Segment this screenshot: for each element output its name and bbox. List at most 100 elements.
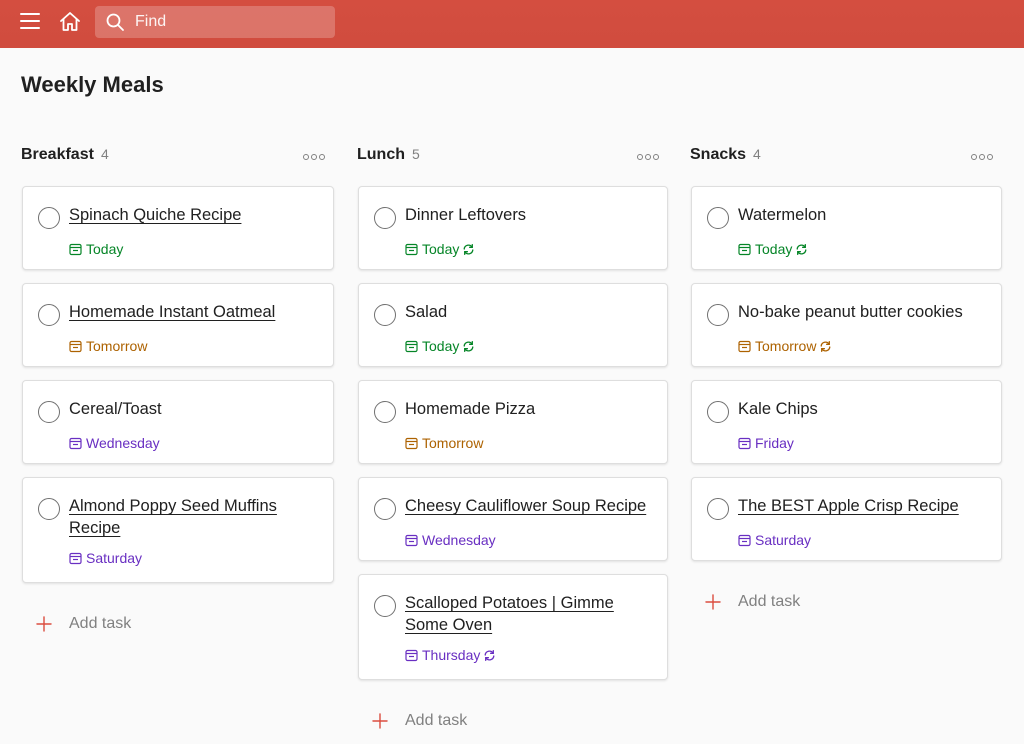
due-date[interactable]: Today: [738, 240, 808, 258]
task-card[interactable]: Scalloped Potatoes | Gimme Some Oven Thur…: [358, 574, 668, 680]
column-title: Breakfast: [21, 146, 94, 163]
add-task-label: Add task: [738, 593, 801, 610]
column-count: 5: [412, 146, 420, 162]
task-checkbox[interactable]: [38, 304, 60, 326]
task-title: Salad: [405, 303, 448, 321]
due-date-label: Today: [86, 241, 124, 257]
recurring-icon: [816, 340, 832, 353]
task-title: No-bake peanut butter cookies: [738, 303, 963, 321]
due-date-label: Saturday: [86, 550, 143, 566]
more-options-icon[interactable]: [303, 152, 327, 162]
plus-icon: [372, 713, 388, 729]
task-title: Cereal/Toast: [69, 400, 162, 418]
task-card[interactable]: Almond Poppy Seed Muffins Recipe Saturday: [22, 477, 334, 583]
due-date-label: Today: [755, 241, 793, 257]
plus-icon: [705, 594, 721, 610]
task-title[interactable]: The BEST Apple Crisp Recipe: [738, 495, 991, 517]
task-title[interactable]: Scalloped Potatoes | Gimme Some Oven: [405, 592, 657, 636]
due-date[interactable]: Tomorrow: [405, 434, 483, 452]
column-header: Lunch 5: [357, 146, 667, 170]
search-icon: [106, 13, 124, 31]
due-date-label: Today: [422, 241, 460, 257]
task-card[interactable]: The BEST Apple Crisp Recipe Saturday: [691, 477, 1002, 561]
page-title: Weekly Meals: [21, 72, 164, 97]
task-card[interactable]: No-bake peanut butter cookies Tomorrow: [691, 283, 1002, 367]
add-task-label: Add task: [69, 615, 132, 632]
due-date-label: Tomorrow: [755, 338, 817, 354]
plus-icon: [36, 616, 52, 632]
task-title: Watermelon: [738, 206, 827, 224]
calendar-icon: [738, 340, 755, 353]
menu-icon[interactable]: [18, 10, 44, 34]
add-task-label: Add task: [405, 712, 468, 729]
due-date[interactable]: Wednesday: [69, 434, 160, 452]
calendar-icon: [738, 437, 755, 450]
task-card[interactable]: Salad Today: [358, 283, 668, 367]
task-checkbox[interactable]: [707, 498, 729, 520]
task-title[interactable]: Spinach Quiche Recipe: [69, 204, 323, 226]
task-card[interactable]: Homemade Instant Oatmeal Tomorrow: [22, 283, 334, 367]
due-date[interactable]: Today: [405, 337, 475, 355]
calendar-icon: [405, 243, 422, 256]
recurring-icon: [480, 649, 496, 662]
more-options-icon[interactable]: [971, 152, 995, 162]
home-icon[interactable]: [57, 9, 83, 35]
task-checkbox[interactable]: [374, 304, 396, 326]
add-task-button[interactable]: Add task: [705, 590, 800, 614]
task-card[interactable]: Cheesy Cauliflower Soup Recipe Wednesday: [358, 477, 668, 561]
due-date[interactable]: Friday: [738, 434, 794, 452]
search-input[interactable]: [135, 6, 325, 38]
task-checkbox[interactable]: [707, 207, 729, 229]
task-title: Kale Chips: [738, 400, 818, 418]
task-card[interactable]: Spinach Quiche Recipe Today: [22, 186, 334, 270]
task-title[interactable]: Almond Poppy Seed Muffins Recipe: [69, 495, 323, 539]
task-checkbox[interactable]: [374, 498, 396, 520]
due-date-label: Tomorrow: [422, 435, 484, 451]
task-card[interactable]: Kale Chips Friday: [691, 380, 1002, 464]
task-title[interactable]: Cheesy Cauliflower Soup Recipe: [405, 495, 657, 517]
due-date[interactable]: Tomorrow: [738, 337, 832, 355]
task-checkbox[interactable]: [38, 207, 60, 229]
calendar-icon: [738, 534, 755, 547]
task-checkbox[interactable]: [38, 401, 60, 423]
due-date[interactable]: Thursday: [405, 646, 496, 664]
task-card[interactable]: Dinner Leftovers Today: [358, 186, 668, 270]
task-checkbox[interactable]: [374, 401, 396, 423]
due-date-label: Wednesday: [422, 532, 496, 548]
task-card[interactable]: Watermelon Today: [691, 186, 1002, 270]
task-title: Homemade Pizza: [405, 400, 536, 418]
task-checkbox[interactable]: [374, 595, 396, 617]
due-date-label: Wednesday: [86, 435, 160, 451]
task-card[interactable]: Cereal/Toast Wednesday: [22, 380, 334, 464]
more-options-icon[interactable]: [637, 152, 661, 162]
task-checkbox[interactable]: [707, 304, 729, 326]
due-date-label: Thursday: [422, 647, 481, 663]
task-title[interactable]: Homemade Instant Oatmeal: [69, 301, 323, 323]
add-task-button[interactable]: Add task: [372, 709, 467, 733]
due-date[interactable]: Today: [405, 240, 475, 258]
due-date[interactable]: Wednesday: [405, 531, 496, 549]
due-date-label: Friday: [755, 435, 794, 451]
due-date[interactable]: Saturday: [738, 531, 811, 549]
task-checkbox[interactable]: [38, 498, 60, 520]
task-title: Dinner Leftovers: [405, 206, 527, 224]
top-bar: [0, 0, 1024, 48]
due-date[interactable]: Saturday: [69, 549, 142, 567]
due-date[interactable]: Today: [69, 240, 123, 258]
recurring-icon: [459, 243, 475, 256]
add-task-button[interactable]: Add task: [36, 612, 131, 636]
due-date[interactable]: Tomorrow: [69, 337, 147, 355]
task-checkbox[interactable]: [374, 207, 396, 229]
column-header: Breakfast 4: [21, 146, 333, 170]
task-card[interactable]: Homemade Pizza Tomorrow: [358, 380, 668, 464]
column-header: Snacks 4: [690, 146, 1001, 170]
calendar-icon: [69, 243, 86, 256]
column-title: Snacks: [690, 146, 747, 163]
task-checkbox[interactable]: [707, 401, 729, 423]
calendar-icon: [405, 437, 422, 450]
recurring-icon: [459, 340, 475, 353]
calendar-icon: [405, 340, 422, 353]
calendar-icon: [738, 243, 755, 256]
search-box[interactable]: [95, 6, 335, 38]
column-count: 4: [100, 146, 109, 162]
